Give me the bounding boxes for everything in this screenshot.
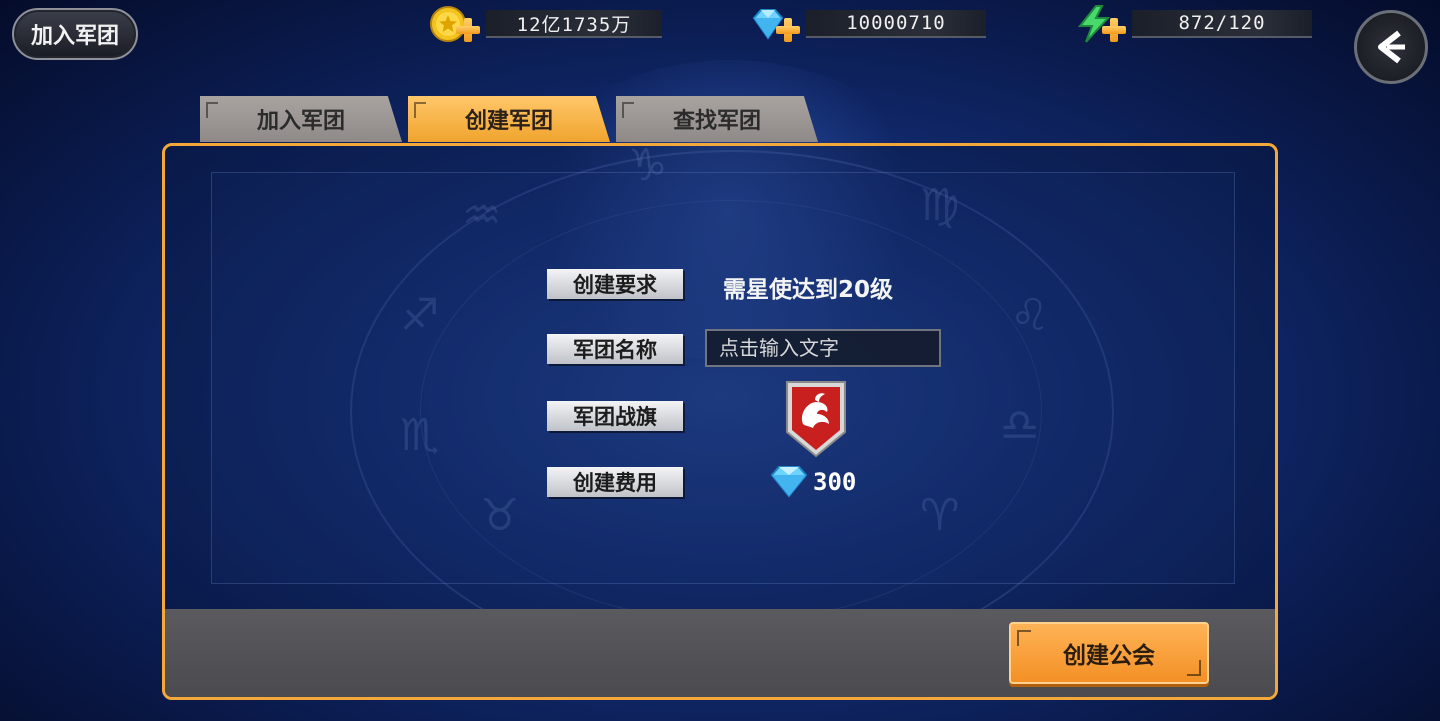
diamond-icon bbox=[770, 466, 808, 498]
energy-resource: 872/120 bbox=[1074, 5, 1314, 43]
add-energy-icon[interactable] bbox=[1100, 16, 1128, 44]
tab-join-guild-label: 加入军团 bbox=[256, 109, 345, 134]
join-guild-button-label: 加入军团 bbox=[30, 24, 119, 49]
guild-name-label-text: 军团名称 bbox=[573, 338, 657, 362]
guild-banner-label: 军团战旗 bbox=[547, 401, 683, 431]
create-guild-button[interactable]: 创建公会 bbox=[1009, 622, 1209, 684]
energy-value-bar: 872/120 bbox=[1132, 10, 1312, 38]
diamond-value-bar: 10000710 bbox=[806, 10, 986, 38]
phoenix-banner-icon[interactable] bbox=[785, 380, 847, 458]
energy-value: 872/120 bbox=[1178, 12, 1266, 34]
guild-banner-label-text: 军团战旗 bbox=[573, 405, 657, 429]
tab-search-guild[interactable]: 查找军团 bbox=[616, 96, 818, 142]
diamond-value: 10000710 bbox=[846, 12, 946, 34]
gold-value-bar: 12亿1735万 bbox=[486, 10, 662, 38]
gold-value: 12亿1735万 bbox=[516, 13, 632, 36]
tab-search-guild-label: 查找军团 bbox=[672, 109, 761, 134]
tab-create-guild-label: 创建军团 bbox=[464, 109, 553, 134]
tab-corner-mark bbox=[206, 102, 218, 118]
creation-cost-label: 创建费用 bbox=[547, 467, 683, 497]
back-button[interactable] bbox=[1354, 10, 1428, 84]
requirement-value: 需星使达到20级 bbox=[723, 277, 894, 303]
creation-cost-value: 300 bbox=[813, 468, 857, 496]
create-guild-panel: 创建要求 需星使达到20级 军团名称 军团战旗 创建费用 300 创建公会 bbox=[162, 143, 1278, 700]
add-diamond-icon[interactable] bbox=[774, 16, 802, 44]
tab-corner-mark bbox=[622, 102, 634, 118]
guild-name-input[interactable] bbox=[705, 329, 941, 367]
panel-content-frame bbox=[211, 172, 1235, 584]
tab-corner-mark bbox=[414, 102, 426, 118]
button-corner-mark bbox=[1187, 660, 1201, 676]
add-gold-icon[interactable] bbox=[454, 16, 482, 44]
join-guild-button[interactable]: 加入军团 bbox=[12, 8, 138, 60]
gold-resource: 12亿1735万 bbox=[428, 6, 664, 42]
create-guild-button-label: 创建公会 bbox=[1063, 643, 1155, 669]
tab-create-guild[interactable]: 创建军团 bbox=[408, 96, 610, 142]
creation-cost-label-text: 创建费用 bbox=[573, 471, 657, 495]
requirement-label-text: 创建要求 bbox=[573, 273, 657, 297]
requirement-label: 创建要求 bbox=[547, 269, 683, 299]
guild-name-label: 军团名称 bbox=[547, 334, 683, 364]
diamond-resource: 10000710 bbox=[748, 9, 988, 42]
button-corner-mark bbox=[1017, 630, 1031, 646]
back-arrow-icon bbox=[1378, 30, 1405, 64]
tab-join-guild[interactable]: 加入军团 bbox=[200, 96, 402, 142]
